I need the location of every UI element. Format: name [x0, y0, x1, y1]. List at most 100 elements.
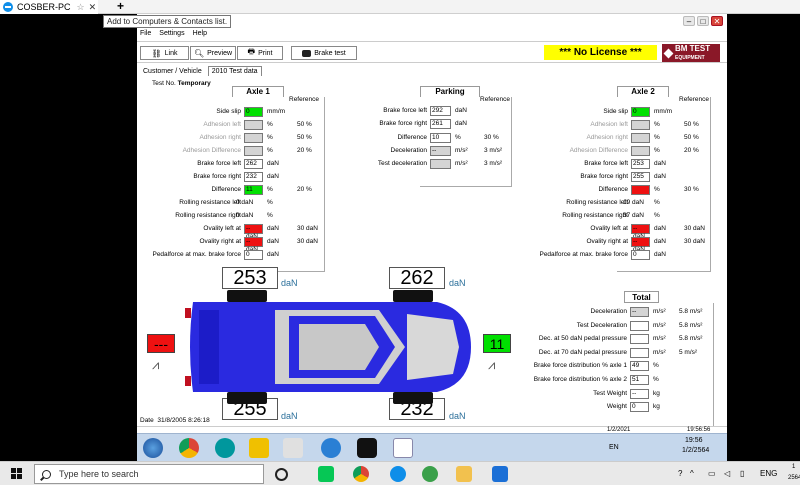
star-icon[interactable]: ☆: [77, 2, 85, 13]
minimize-icon[interactable]: –: [683, 16, 695, 26]
menu-file[interactable]: File: [140, 30, 151, 40]
axle2-row-value[interactable]: [631, 146, 650, 156]
axle1-row-unit: %: [267, 134, 273, 141]
parking-row-value[interactable]: --: [430, 145, 451, 156]
axle1-row-label: Brake force left: [197, 160, 241, 167]
total-row-unit: m/s²: [653, 321, 666, 329]
axle2-row-value[interactable]: 0: [631, 107, 650, 117]
axle1-row-unit: %: [267, 186, 273, 193]
bm-app-icon[interactable]: [393, 438, 413, 458]
app-icon[interactable]: [283, 438, 303, 458]
axle2-row-value[interactable]: 0: [631, 250, 650, 260]
axle1-row-value[interactable]: 262: [244, 159, 263, 169]
app-icon[interactable]: [492, 466, 508, 482]
help-icon[interactable]: ?: [678, 469, 682, 478]
menu-bar: File Settings Help: [137, 30, 727, 40]
test-date: Date 31/8/2005 8:26:18: [140, 417, 210, 424]
maximize-icon[interactable]: □: [697, 16, 709, 26]
network-icon[interactable]: ▭: [708, 469, 716, 478]
axle2-row: Brake force left 253 daN: [527, 159, 717, 170]
total-row-value[interactable]: 49: [630, 361, 649, 372]
language-indicator[interactable]: ENG: [760, 469, 777, 478]
edge-icon[interactable]: [321, 438, 341, 458]
teamviewer-icon[interactable]: [390, 466, 406, 482]
app-icon[interactable]: [249, 438, 269, 458]
print-button[interactable]: 🖶 Print: [237, 46, 283, 60]
total-row-value[interactable]: 51: [630, 375, 649, 385]
axle1-row-value[interactable]: [244, 133, 263, 143]
axle1-row-value[interactable]: 11: [244, 185, 263, 195]
line-icon[interactable]: [318, 466, 334, 482]
axle1-row-label: Adhesion right: [199, 134, 241, 141]
remote-session-tab[interactable]: COSBER-PC ☆ ✕: [0, 0, 98, 14]
axle1-row-label: Difference: [211, 186, 241, 193]
total-row-value[interactable]: --: [630, 307, 649, 317]
axle1-row-value[interactable]: 232: [244, 172, 263, 182]
total-row-value[interactable]: [630, 320, 649, 331]
remote-tab-bar: COSBER-PC ☆ ✕ +: [0, 0, 800, 14]
axle2-row-value[interactable]: 253: [631, 159, 650, 169]
tab-customer-vehicle[interactable]: Customer / Vehicle: [140, 67, 205, 76]
remote-language[interactable]: EN: [609, 444, 619, 451]
axle1-row-value[interactable]: 0: [244, 107, 263, 117]
new-tab-button[interactable]: +: [117, 0, 124, 13]
menu-settings[interactable]: Settings: [159, 30, 184, 40]
axle1-row-unit: daN: [267, 238, 279, 245]
axle2-row-value[interactable]: [631, 133, 650, 143]
axle2-row: Ovality right at--daN daN 30 daN: [527, 237, 717, 253]
axle2-row-value[interactable]: --daN: [631, 224, 650, 240]
app-icon[interactable]: [357, 438, 377, 458]
brake-test-button[interactable]: Brake test: [291, 46, 357, 60]
link-button[interactable]: ⛓ Link: [140, 46, 189, 60]
browser-icon[interactable]: [422, 466, 438, 482]
axle1-row-value[interactable]: 0: [244, 250, 263, 260]
battery-icon[interactable]: ▯: [740, 469, 744, 478]
close-icon[interactable]: ✕: [711, 16, 723, 26]
arduino-icon[interactable]: [215, 438, 235, 458]
task-view-icon[interactable]: [275, 468, 288, 481]
file-explorer-icon[interactable]: [456, 466, 472, 482]
axle2-row-value[interactable]: [631, 120, 650, 130]
chrome-icon[interactable]: [179, 438, 199, 458]
taskbar-search[interactable]: Type here to search: [34, 464, 264, 484]
bm-logo: BM TEST EQUIPMENT: [662, 44, 720, 62]
axle1-row-value[interactable]: --daN: [244, 237, 263, 253]
axle1-row-value[interactable]: [244, 146, 263, 156]
axle2-row: Adhesion left% 50 %: [527, 120, 717, 131]
axle2-row-label: Rolling resistance right: [562, 212, 628, 219]
axle2-row-unit: %: [654, 199, 660, 206]
parking-row-value[interactable]: 10: [430, 132, 451, 143]
start-orb-icon[interactable]: [143, 438, 163, 458]
parking-row-value[interactable]: 261: [430, 119, 451, 130]
axle2-row-value[interactable]: [631, 185, 650, 195]
close-icon[interactable]: ✕: [89, 2, 97, 13]
chrome-icon[interactable]: [353, 466, 369, 482]
total-row-value[interactable]: [630, 347, 649, 358]
total-row-value[interactable]: [630, 334, 649, 345]
axle1-row-value[interactable]: [244, 120, 263, 130]
axle1-row-value[interactable]: --daN: [244, 224, 263, 240]
tray-chevron-icon[interactable]: ^: [690, 469, 694, 478]
axle1-row: Side slip 0 mm/m: [137, 107, 327, 118]
axle2-row-value[interactable]: --daN: [631, 237, 650, 253]
tab-test-data[interactable]: 2010 Test data: [207, 66, 262, 76]
brake-test-app-window: – □ ✕ File Settings Help ⛓ Link 🔍︎ Previ…: [137, 14, 727, 433]
total-row-value[interactable]: --: [630, 388, 649, 399]
unit-label: daN: [449, 278, 466, 288]
axle1-row-value: 0 daN: [236, 212, 254, 219]
axle1-row-reference: 20 %: [297, 186, 312, 193]
parking-row-value[interactable]: [430, 159, 451, 170]
parking-row-value[interactable]: 292: [430, 106, 451, 116]
parking-row-label: Difference: [397, 133, 427, 141]
total-row: Test Weight -- kg: [522, 388, 722, 400]
windows-start-icon[interactable]: [11, 468, 23, 480]
menu-help[interactable]: Help: [193, 30, 207, 40]
total-row-value[interactable]: 0: [630, 402, 649, 413]
axle1-header: Axle 1: [232, 86, 284, 97]
preview-button[interactable]: 🔍︎ Preview: [190, 46, 236, 60]
volume-icon[interactable]: ◁: [724, 469, 730, 478]
axle2-row-value: 19 daN: [623, 199, 644, 206]
axle2-row-value[interactable]: 255: [631, 172, 650, 182]
total-row: Deceleration -- m/s² 5.8 m/s²: [522, 307, 722, 318]
parking-row-unit: %: [455, 133, 461, 141]
